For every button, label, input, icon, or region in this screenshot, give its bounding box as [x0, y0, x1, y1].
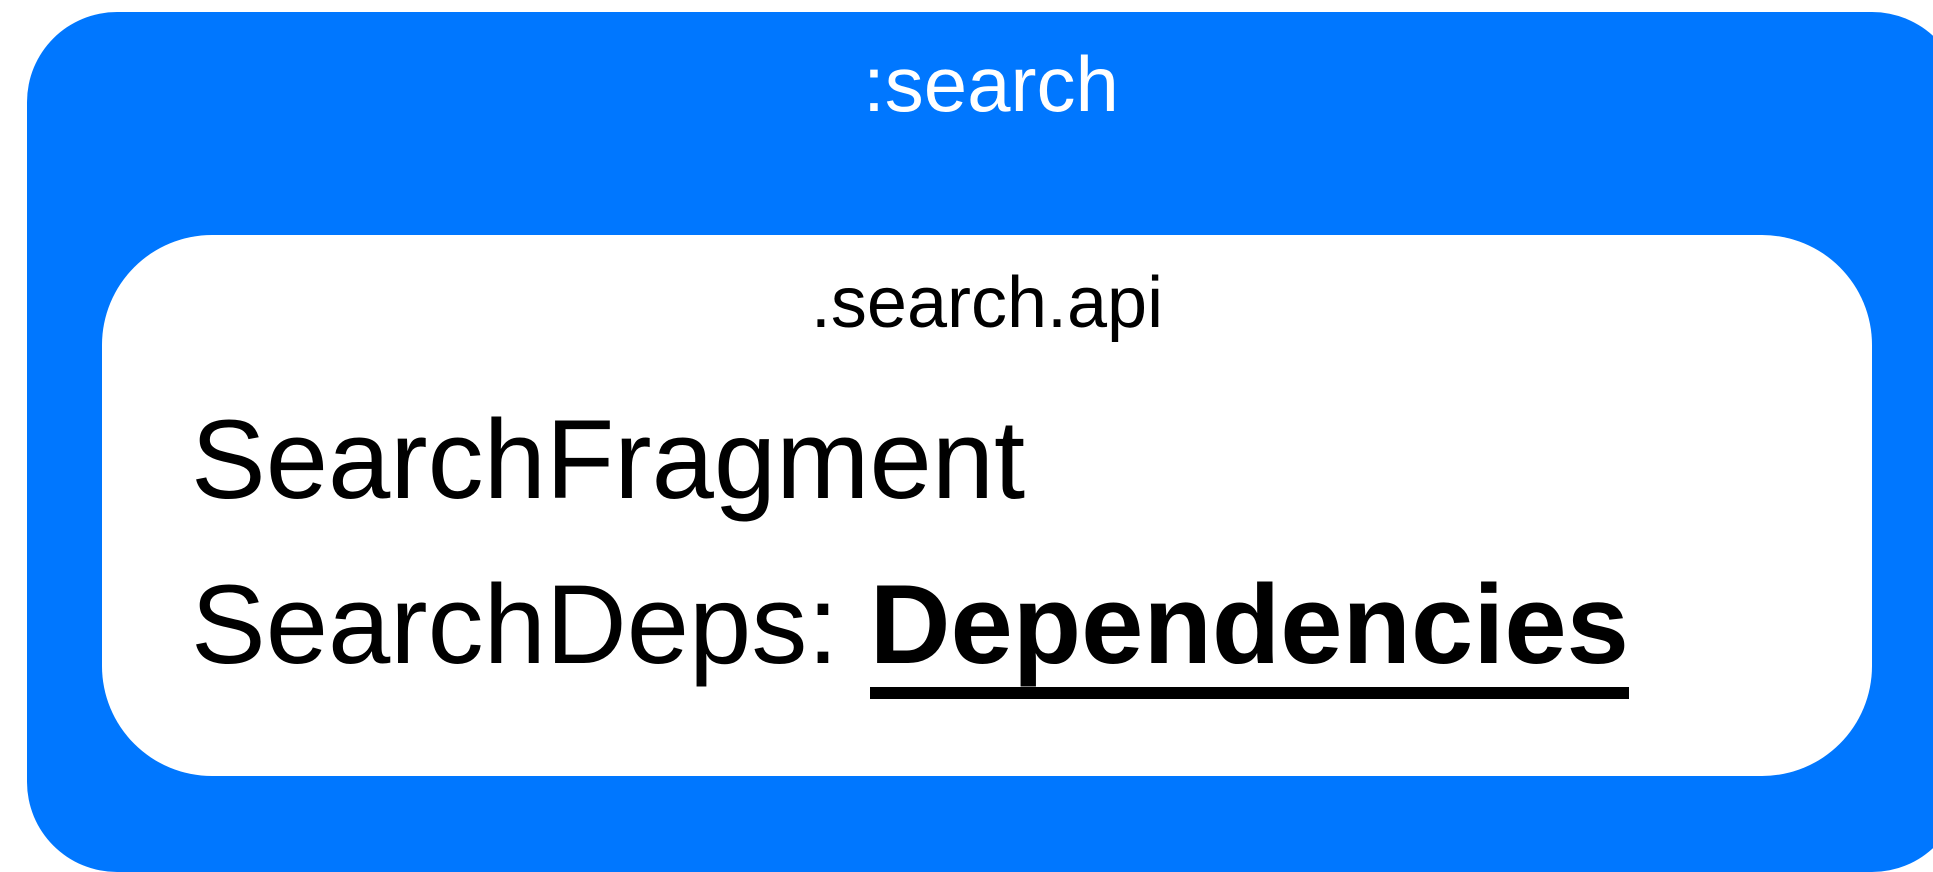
fragment-entry: SearchFragment: [191, 397, 1026, 522]
api-package-box: .search.api SearchFragment SearchDeps: D…: [102, 235, 1872, 776]
api-package-title: .search.api: [810, 263, 1164, 343]
deps-type: Dependencies: [869, 562, 1629, 699]
module-title: :search: [863, 40, 1119, 128]
deps-entry: SearchDeps: Dependencies: [191, 560, 1629, 699]
deps-name: SearchDeps:: [191, 562, 870, 687]
search-module-box: :search .search.api SearchFragment Searc…: [27, 12, 1933, 872]
